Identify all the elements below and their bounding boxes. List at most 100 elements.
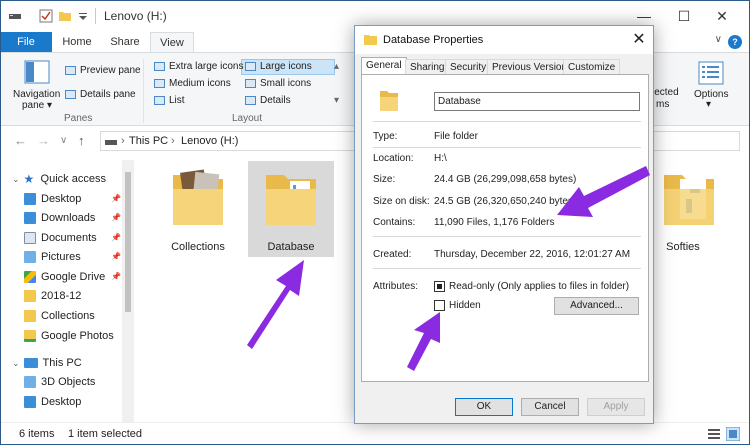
preview-pane-icon (65, 65, 76, 75)
folder-icon (364, 35, 377, 45)
navigation-pane-label-2[interactable]: pane ▾ (22, 100, 52, 111)
pin-icon: 📌 (111, 213, 121, 222)
customize-toolbar-icon[interactable] (76, 9, 90, 23)
nav-item-this-pc[interactable]: ⌄ This PC (12, 354, 82, 372)
tab-share[interactable]: Share (104, 32, 146, 52)
hide-selected-items-fragment-2[interactable]: ms (656, 99, 669, 110)
help-icon[interactable]: ? (728, 35, 742, 49)
read-only-checkbox[interactable] (434, 281, 445, 292)
large-icons-icon (245, 61, 256, 71)
large-icons-view-icon[interactable] (726, 427, 740, 441)
properties-check-icon[interactable] (39, 9, 53, 23)
list-icon (154, 95, 165, 105)
nav-item-3d-objects[interactable]: 3D Objects (24, 373, 95, 391)
folder-with-preview-icon (173, 169, 223, 225)
details-view-icon[interactable] (708, 428, 720, 440)
file-item-collections[interactable]: Collections (155, 161, 241, 257)
location-value: H:\ (434, 153, 447, 164)
medium-icons-icon (154, 78, 165, 88)
advanced-button[interactable]: Advanced... (554, 297, 639, 315)
nav-item-collections[interactable]: Collections (24, 307, 95, 325)
details-pane-button[interactable]: Details pane (65, 89, 136, 100)
breadcrumb-this-pc[interactable]: This PC (129, 135, 168, 147)
back-arrow-icon[interactable]: ← (14, 133, 27, 148)
options-dropdown-icon[interactable]: ▾ (706, 99, 711, 110)
extra-large-icons-icon (154, 61, 165, 71)
navigation-pane-icon[interactable] (24, 59, 50, 85)
read-only-label[interactable]: Read-only (Only applies to files in fold… (449, 281, 629, 292)
pictures-icon (24, 251, 36, 264)
google-drive-icon (24, 271, 36, 284)
tab-home[interactable]: Home (57, 32, 97, 52)
list-option[interactable]: List (154, 95, 185, 106)
file-label: Database (267, 241, 315, 253)
details-option[interactable]: Details (245, 95, 291, 106)
tab-customize[interactable]: Customize (563, 59, 621, 75)
tab-file[interactable]: File (0, 32, 52, 52)
maximize-button[interactable]: ☐ (674, 6, 694, 26)
preview-pane-button[interactable]: Preview pane (65, 65, 141, 76)
navigation-pane-label[interactable]: Navigation (13, 89, 60, 100)
breadcrumb-lenovo[interactable]: Lenovo (H:) (181, 135, 238, 147)
file-item-database[interactable]: Database (248, 161, 334, 257)
recent-locations-icon[interactable]: ∨ (60, 135, 67, 146)
layout-expand-icon[interactable]: ▾ (334, 95, 339, 106)
dialog-title: Database Properties (383, 34, 484, 46)
minimize-button[interactable]: — (634, 6, 654, 26)
3d-objects-icon (24, 376, 36, 389)
layout-group-label: Layout (232, 113, 263, 124)
forward-arrow-icon[interactable]: → (37, 133, 50, 148)
status-bar: 6 items 1 item selected (0, 422, 750, 445)
separator (373, 121, 641, 122)
hidden-checkbox[interactable] (434, 300, 445, 311)
documents-icon (24, 232, 36, 245)
ok-button[interactable]: OK (455, 398, 513, 416)
large-icons-option[interactable]: Large icons (245, 61, 312, 72)
cancel-button[interactable]: Cancel (521, 398, 579, 416)
folder-name-input[interactable]: Database (434, 92, 640, 111)
nav-item-downloads[interactable]: Downloads (24, 209, 95, 227)
nav-pane-scroll-thumb[interactable] (125, 172, 131, 312)
star-icon: ★ (23, 172, 35, 187)
nav-item-quick-access[interactable]: ⌄ ★ Quick access (12, 170, 106, 188)
tab-view[interactable]: View (150, 32, 194, 52)
collapse-ribbon-icon[interactable]: ∨ (715, 34, 722, 45)
tab-sharing[interactable]: Sharing (405, 59, 450, 75)
size-on-disk-label: Size on disk: (373, 196, 430, 207)
folder-icon (266, 175, 316, 225)
close-window-button[interactable]: ✕ (712, 6, 732, 26)
type-value: File folder (434, 131, 478, 142)
up-arrow-icon[interactable]: ↑ (78, 133, 85, 148)
nav-item-pictures[interactable]: Pictures (24, 248, 81, 266)
nav-item-desktop[interactable]: Desktop (24, 190, 81, 208)
extra-large-icons-option[interactable]: Extra large icons (154, 61, 243, 72)
nav-item-desktop-2[interactable]: Desktop (24, 393, 81, 411)
type-label: Type: (373, 131, 398, 142)
nav-item-documents[interactable]: Documents (24, 229, 97, 247)
drive-icon[interactable] (8, 9, 22, 23)
layout-scroll-up-icon[interactable]: ▴ (334, 61, 339, 72)
breadcrumb-separator-icon: › (121, 135, 125, 147)
tab-security[interactable]: Security (445, 59, 492, 75)
properties-dialog: Database Properties ✕ General Sharing Se… (354, 25, 654, 424)
nav-item-google-drive[interactable]: Google Drive (24, 268, 105, 286)
dialog-title-bar: Database Properties ✕ (355, 26, 653, 54)
small-icons-option[interactable]: Small icons (245, 78, 311, 89)
apply-button[interactable]: Apply (587, 398, 645, 416)
size-on-disk-value: 24.5 GB (26,320,650,240 bytes) (434, 196, 577, 207)
options-label[interactable]: Options (694, 89, 728, 100)
separator (373, 268, 641, 269)
window-title: Lenovo (H:) (104, 9, 167, 23)
options-icon[interactable] (698, 61, 724, 85)
file-label: Collections (171, 241, 225, 253)
medium-icons-option[interactable]: Medium icons (154, 78, 231, 89)
created-value: Thursday, December 22, 2016, 12:01:27 AM (434, 249, 631, 260)
hide-selected-items-fragment[interactable]: lected (652, 87, 679, 98)
folder-icon (24, 290, 36, 303)
nav-item-2018-12[interactable]: 2018-12 (24, 287, 81, 305)
hidden-label[interactable]: Hidden (449, 300, 481, 311)
panes-group-label: Panes (64, 113, 93, 124)
nav-item-google-photos[interactable]: Google Photos (24, 327, 114, 345)
new-folder-icon[interactable] (58, 9, 72, 23)
dialog-close-button[interactable]: ✕ (629, 30, 649, 50)
